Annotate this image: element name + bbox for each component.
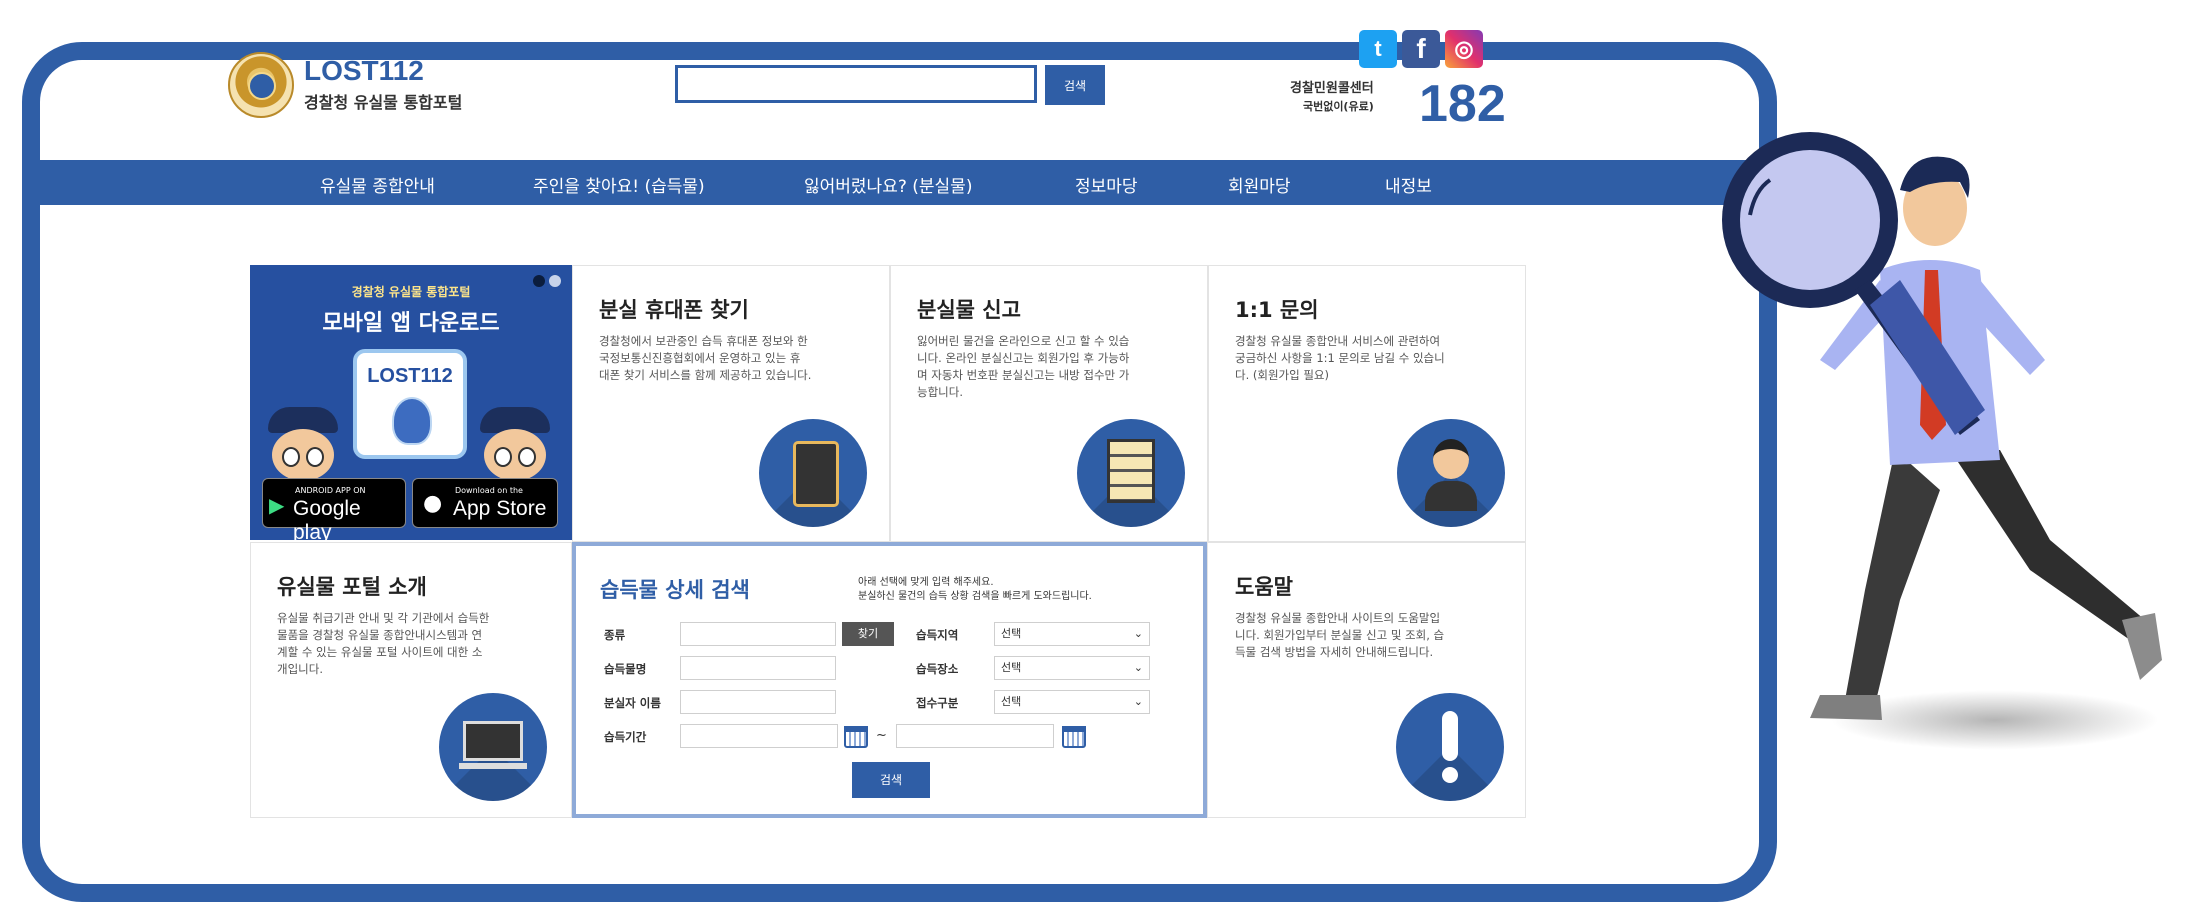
card-inquiry-title: 1:1 문의 — [1235, 298, 1319, 322]
owner-name-input[interactable] — [680, 690, 836, 714]
clipboard-icon — [1077, 419, 1185, 527]
app-store-button[interactable]: ● Download on the App Store — [412, 478, 558, 528]
google-play-button[interactable]: ▶ ANDROID APP ON Google play — [262, 478, 406, 544]
card-help[interactable]: 도움말 경찰청 유실물 종합안내 사이트의 도움말입 니다. 회원가입부터 분실물… — [1207, 542, 1526, 818]
card-lost-phone[interactable]: 분실 휴대폰 찾기 경찰청에서 보관중인 습득 휴대폰 정보와 한 국정보통신진흥… — [572, 265, 890, 542]
card-portal-intro-desc: 유실물 취급기관 안내 및 각 기관에서 습득한 물품을 경찰청 유실물 종합안내… — [277, 611, 490, 676]
monitor-icon — [439, 693, 547, 801]
nav-item-info[interactable]: 정보마당 — [1075, 172, 1138, 197]
place-select[interactable]: 선택 ⌄ — [994, 656, 1150, 680]
instagram-icon[interactable]: ◎ — [1445, 30, 1483, 68]
nav-item-guide[interactable]: 유실물 종합안내 — [320, 172, 435, 197]
phone-illustration: LOST112 — [353, 349, 467, 459]
social-links: t f ◎ — [1359, 30, 1483, 68]
search-button[interactable]: 검색 — [1045, 65, 1105, 105]
nav-item-lost[interactable]: 잃어버렸나요? (분실물) — [804, 172, 972, 197]
card-lost-phone-title: 분실 휴대폰 찾기 — [599, 298, 749, 322]
chevron-down-icon: ⌄ — [1133, 661, 1143, 674]
label-region: 습득지역 — [916, 628, 959, 642]
card-help-title: 도움말 — [1235, 575, 1293, 599]
google-play-small: ANDROID APP ON — [295, 486, 366, 495]
logo-title: LOST112 — [304, 55, 424, 86]
label-owner-name: 분실자 이름 — [604, 696, 661, 710]
nav-item-member[interactable]: 회원마당 — [1228, 172, 1291, 197]
label-category: 접수구분 — [916, 696, 959, 710]
phone-logo: LOST112 — [367, 365, 453, 387]
card-inquiry[interactable]: 1:1 문의 경찰청 유실물 종합안내 서비스에 관련하여 궁금하신 사항을 1:… — [1208, 265, 1526, 542]
facebook-icon[interactable]: f — [1402, 30, 1440, 68]
apple-icon: ● — [423, 491, 443, 516]
man-with-magnifier-illustration — [1722, 132, 2162, 720]
app-store-label: App Store — [453, 497, 547, 520]
twitter-icon[interactable]: t — [1359, 30, 1397, 68]
card-lost-phone-desc: 경찰청에서 보관중인 습득 휴대폰 정보와 한 국정보통신진흥협회에서 운영하고 … — [599, 334, 812, 382]
search-input[interactable] — [675, 65, 1037, 103]
callcenter-info: 경찰민원콜센터 국번없이(유료) — [1290, 80, 1374, 116]
label-period: 습득기간 — [604, 730, 647, 744]
callcenter-sub: 국번없이(유료) — [1302, 100, 1374, 113]
card-help-desc: 경찰청 유실물 종합안내 사이트의 도움말입 니다. 회원가입부터 분실물 신고 … — [1235, 611, 1445, 659]
detail-search-button[interactable]: 검색 — [852, 762, 930, 798]
banner-title: 모바일 앱 다운로드 — [322, 311, 500, 336]
label-type: 종류 — [604, 628, 626, 642]
app-store-small: Download on the — [455, 486, 523, 495]
banner-top: 경찰청 유실물 통합포털 — [351, 285, 471, 299]
card-portal-intro[interactable]: 유실물 포털 소개 유실물 취급기관 안내 및 각 기관에서 습득한 물품을 경찰… — [250, 542, 572, 818]
exclamation-icon — [1396, 693, 1504, 801]
police-badge-icon — [392, 397, 432, 445]
start-date-input[interactable] — [680, 724, 838, 748]
detail-search-title: 습득물 상세 검색 — [600, 578, 750, 602]
card-portal-intro-title: 유실물 포털 소개 — [277, 575, 427, 599]
main-nav: 유실물 종합안내 주인을 찾아요! (습득물) 잃어버렸나요? (분실물) 정보… — [40, 160, 1760, 205]
label-place: 습득장소 — [916, 662, 959, 676]
callcenter-label: 경찰민원콜센터 — [1290, 81, 1374, 96]
calendar-icon[interactable] — [844, 726, 868, 748]
card-lost-report[interactable]: 분실물 신고 잃어버린 물건을 온라인으로 신고 할 수 있습 니다. 온라인 분… — [890, 265, 1208, 542]
detail-search-panel: 습득물 상세 검색 아래 선택에 맞게 입력 해주세요. 분실하신 물건의 습득 … — [572, 542, 1207, 818]
police-emblem-icon — [228, 52, 294, 118]
nav-item-myinfo[interactable]: 내정보 — [1385, 172, 1432, 197]
date-separator: ~ — [876, 728, 887, 743]
logo-subtitle: 경찰청 유실물 통합포털 — [304, 93, 463, 112]
carousel-dots[interactable] — [533, 275, 561, 287]
find-button[interactable]: 찾기 — [842, 622, 894, 646]
end-date-input[interactable] — [896, 724, 1054, 748]
type-input[interactable] — [680, 622, 836, 646]
google-play-label: Google play — [293, 497, 361, 544]
region-select[interactable]: 선택 ⌄ — [994, 622, 1150, 646]
item-name-input[interactable] — [680, 656, 836, 680]
chevron-down-icon: ⌄ — [1133, 627, 1143, 640]
calendar-icon[interactable] — [1062, 726, 1086, 748]
category-select[interactable]: 선택 ⌄ — [994, 690, 1150, 714]
card-lost-report-title: 분실물 신고 — [917, 298, 1021, 322]
phone-icon — [759, 419, 867, 527]
callcenter-number: 182 — [1419, 75, 1506, 133]
label-item-name: 습득물명 — [604, 662, 647, 676]
site-logo[interactable]: LOST112 경찰청 유실물 통합포털 — [228, 52, 462, 118]
chevron-down-icon: ⌄ — [1133, 695, 1143, 708]
operator-icon — [1397, 419, 1505, 527]
card-inquiry-desc: 경찰청 유실물 종합안내 서비스에 관련하여 궁금하신 사항을 1:1 문의로 남… — [1235, 334, 1445, 382]
detail-search-note: 아래 선택에 맞게 입력 해주세요. 분실하신 물건의 습득 상황 검색을 빠르게… — [858, 577, 1092, 602]
card-lost-report-desc: 잃어버린 물건을 온라인으로 신고 할 수 있습 니다. 온라인 분실신고는 회원… — [917, 334, 1130, 399]
nav-item-found[interactable]: 주인을 찾아요! (습득물) — [533, 172, 705, 197]
play-icon: ▶ — [269, 493, 285, 517]
